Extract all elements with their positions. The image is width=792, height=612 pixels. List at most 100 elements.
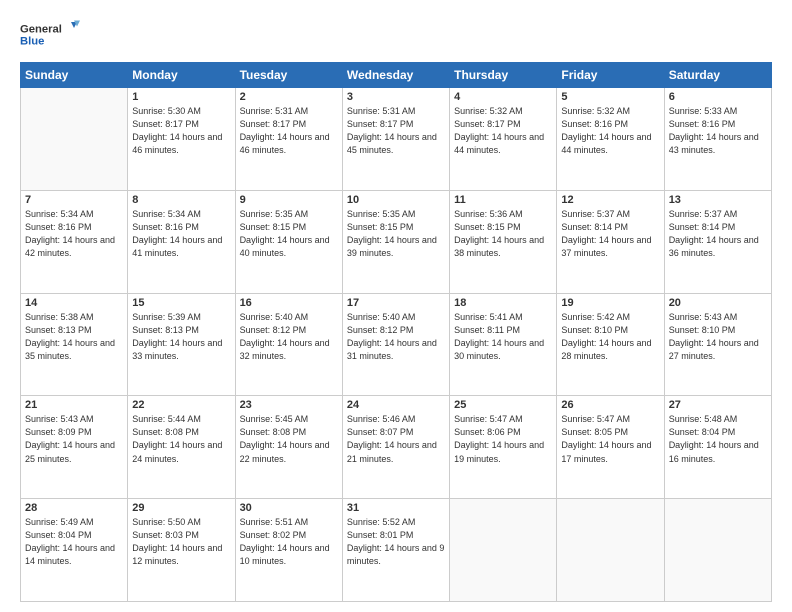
calendar-cell xyxy=(21,88,128,191)
day-info: Sunrise: 5:40 AM Sunset: 8:12 PM Dayligh… xyxy=(347,311,445,363)
day-info: Sunrise: 5:43 AM Sunset: 8:10 PM Dayligh… xyxy=(669,311,767,363)
daylight: Daylight: 14 hours and 38 minutes. xyxy=(454,235,544,258)
sunset: Sunset: 8:12 PM xyxy=(240,325,307,335)
day-number: 20 xyxy=(669,297,767,309)
calendar-cell: 2 Sunrise: 5:31 AM Sunset: 8:17 PM Dayli… xyxy=(235,88,342,191)
day-number: 1 xyxy=(132,91,230,103)
day-info: Sunrise: 5:47 AM Sunset: 8:06 PM Dayligh… xyxy=(454,413,552,465)
day-number: 31 xyxy=(347,502,445,514)
calendar-cell: 23 Sunrise: 5:45 AM Sunset: 8:08 PM Dayl… xyxy=(235,396,342,499)
sunrise: Sunrise: 5:30 AM xyxy=(132,106,201,116)
sunrise: Sunrise: 5:41 AM xyxy=(454,312,523,322)
daylight: Daylight: 14 hours and 22 minutes. xyxy=(240,440,330,463)
calendar-cell: 14 Sunrise: 5:38 AM Sunset: 8:13 PM Dayl… xyxy=(21,293,128,396)
day-info: Sunrise: 5:51 AM Sunset: 8:02 PM Dayligh… xyxy=(240,516,338,568)
day-info: Sunrise: 5:36 AM Sunset: 8:15 PM Dayligh… xyxy=(454,208,552,260)
sunrise: Sunrise: 5:44 AM xyxy=(132,414,201,424)
calendar-cell: 11 Sunrise: 5:36 AM Sunset: 8:15 PM Dayl… xyxy=(450,190,557,293)
day-info: Sunrise: 5:40 AM Sunset: 8:12 PM Dayligh… xyxy=(240,311,338,363)
day-number: 17 xyxy=(347,297,445,309)
header: General Blue xyxy=(20,16,772,52)
sunset: Sunset: 8:10 PM xyxy=(669,325,736,335)
day-number: 28 xyxy=(25,502,123,514)
sunrise: Sunrise: 5:32 AM xyxy=(454,106,523,116)
sunset: Sunset: 8:16 PM xyxy=(561,119,628,129)
day-info: Sunrise: 5:32 AM Sunset: 8:16 PM Dayligh… xyxy=(561,105,659,157)
logo: General Blue xyxy=(20,16,80,52)
sunrise: Sunrise: 5:31 AM xyxy=(240,106,309,116)
sunset: Sunset: 8:05 PM xyxy=(561,427,628,437)
day-number: 27 xyxy=(669,399,767,411)
day-info: Sunrise: 5:35 AM Sunset: 8:15 PM Dayligh… xyxy=(347,208,445,260)
sunrise: Sunrise: 5:34 AM xyxy=(132,209,201,219)
weekday-header-wednesday: Wednesday xyxy=(342,63,449,88)
day-info: Sunrise: 5:39 AM Sunset: 8:13 PM Dayligh… xyxy=(132,311,230,363)
daylight: Daylight: 14 hours and 46 minutes. xyxy=(240,132,330,155)
day-info: Sunrise: 5:34 AM Sunset: 8:16 PM Dayligh… xyxy=(132,208,230,260)
day-number: 21 xyxy=(25,399,123,411)
calendar-week-row: 14 Sunrise: 5:38 AM Sunset: 8:13 PM Dayl… xyxy=(21,293,772,396)
calendar-cell: 7 Sunrise: 5:34 AM Sunset: 8:16 PM Dayli… xyxy=(21,190,128,293)
svg-text:Blue: Blue xyxy=(20,36,44,48)
sunset: Sunset: 8:13 PM xyxy=(132,325,199,335)
calendar-cell: 31 Sunrise: 5:52 AM Sunset: 8:01 PM Dayl… xyxy=(342,499,449,602)
weekday-header-friday: Friday xyxy=(557,63,664,88)
daylight: Daylight: 14 hours and 44 minutes. xyxy=(561,132,651,155)
sunrise: Sunrise: 5:35 AM xyxy=(240,209,309,219)
sunrise: Sunrise: 5:48 AM xyxy=(669,414,738,424)
sunset: Sunset: 8:07 PM xyxy=(347,427,414,437)
weekday-header-tuesday: Tuesday xyxy=(235,63,342,88)
daylight: Daylight: 14 hours and 9 minutes. xyxy=(347,543,445,566)
sunrise: Sunrise: 5:40 AM xyxy=(347,312,416,322)
daylight: Daylight: 14 hours and 41 minutes. xyxy=(132,235,222,258)
day-info: Sunrise: 5:45 AM Sunset: 8:08 PM Dayligh… xyxy=(240,413,338,465)
day-info: Sunrise: 5:31 AM Sunset: 8:17 PM Dayligh… xyxy=(347,105,445,157)
day-number: 8 xyxy=(132,194,230,206)
daylight: Daylight: 14 hours and 10 minutes. xyxy=(240,543,330,566)
weekday-header-sunday: Sunday xyxy=(21,63,128,88)
calendar-week-row: 7 Sunrise: 5:34 AM Sunset: 8:16 PM Dayli… xyxy=(21,190,772,293)
calendar-cell: 20 Sunrise: 5:43 AM Sunset: 8:10 PM Dayl… xyxy=(664,293,771,396)
weekday-header-monday: Monday xyxy=(128,63,235,88)
page: General Blue SundayMondayTuesdayWednesda… xyxy=(0,0,792,612)
daylight: Daylight: 14 hours and 28 minutes. xyxy=(561,338,651,361)
daylight: Daylight: 14 hours and 35 minutes. xyxy=(25,338,115,361)
sunset: Sunset: 8:04 PM xyxy=(25,530,92,540)
day-number: 10 xyxy=(347,194,445,206)
daylight: Daylight: 14 hours and 30 minutes. xyxy=(454,338,544,361)
calendar-cell: 16 Sunrise: 5:40 AM Sunset: 8:12 PM Dayl… xyxy=(235,293,342,396)
day-info: Sunrise: 5:41 AM Sunset: 8:11 PM Dayligh… xyxy=(454,311,552,363)
calendar-cell: 9 Sunrise: 5:35 AM Sunset: 8:15 PM Dayli… xyxy=(235,190,342,293)
day-number: 5 xyxy=(561,91,659,103)
day-number: 12 xyxy=(561,194,659,206)
daylight: Daylight: 14 hours and 17 minutes. xyxy=(561,440,651,463)
calendar-cell: 18 Sunrise: 5:41 AM Sunset: 8:11 PM Dayl… xyxy=(450,293,557,396)
daylight: Daylight: 14 hours and 37 minutes. xyxy=(561,235,651,258)
logo-svg: General Blue xyxy=(20,16,80,52)
calendar-cell: 1 Sunrise: 5:30 AM Sunset: 8:17 PM Dayli… xyxy=(128,88,235,191)
day-number: 2 xyxy=(240,91,338,103)
day-info: Sunrise: 5:35 AM Sunset: 8:15 PM Dayligh… xyxy=(240,208,338,260)
sunset: Sunset: 8:02 PM xyxy=(240,530,307,540)
day-info: Sunrise: 5:32 AM Sunset: 8:17 PM Dayligh… xyxy=(454,105,552,157)
day-number: 13 xyxy=(669,194,767,206)
calendar-week-row: 28 Sunrise: 5:49 AM Sunset: 8:04 PM Dayl… xyxy=(21,499,772,602)
calendar-cell xyxy=(664,499,771,602)
calendar-cell: 27 Sunrise: 5:48 AM Sunset: 8:04 PM Dayl… xyxy=(664,396,771,499)
sunrise: Sunrise: 5:37 AM xyxy=(669,209,738,219)
calendar-cell: 5 Sunrise: 5:32 AM Sunset: 8:16 PM Dayli… xyxy=(557,88,664,191)
calendar-cell: 17 Sunrise: 5:40 AM Sunset: 8:12 PM Dayl… xyxy=(342,293,449,396)
calendar-week-row: 1 Sunrise: 5:30 AM Sunset: 8:17 PM Dayli… xyxy=(21,88,772,191)
sunset: Sunset: 8:17 PM xyxy=(240,119,307,129)
sunset: Sunset: 8:08 PM xyxy=(240,427,307,437)
day-number: 7 xyxy=(25,194,123,206)
day-number: 11 xyxy=(454,194,552,206)
day-number: 26 xyxy=(561,399,659,411)
sunset: Sunset: 8:16 PM xyxy=(25,222,92,232)
sunrise: Sunrise: 5:38 AM xyxy=(25,312,94,322)
calendar-cell: 24 Sunrise: 5:46 AM Sunset: 8:07 PM Dayl… xyxy=(342,396,449,499)
day-info: Sunrise: 5:49 AM Sunset: 8:04 PM Dayligh… xyxy=(25,516,123,568)
sunrise: Sunrise: 5:34 AM xyxy=(25,209,94,219)
day-info: Sunrise: 5:48 AM Sunset: 8:04 PM Dayligh… xyxy=(669,413,767,465)
calendar-cell: 3 Sunrise: 5:31 AM Sunset: 8:17 PM Dayli… xyxy=(342,88,449,191)
